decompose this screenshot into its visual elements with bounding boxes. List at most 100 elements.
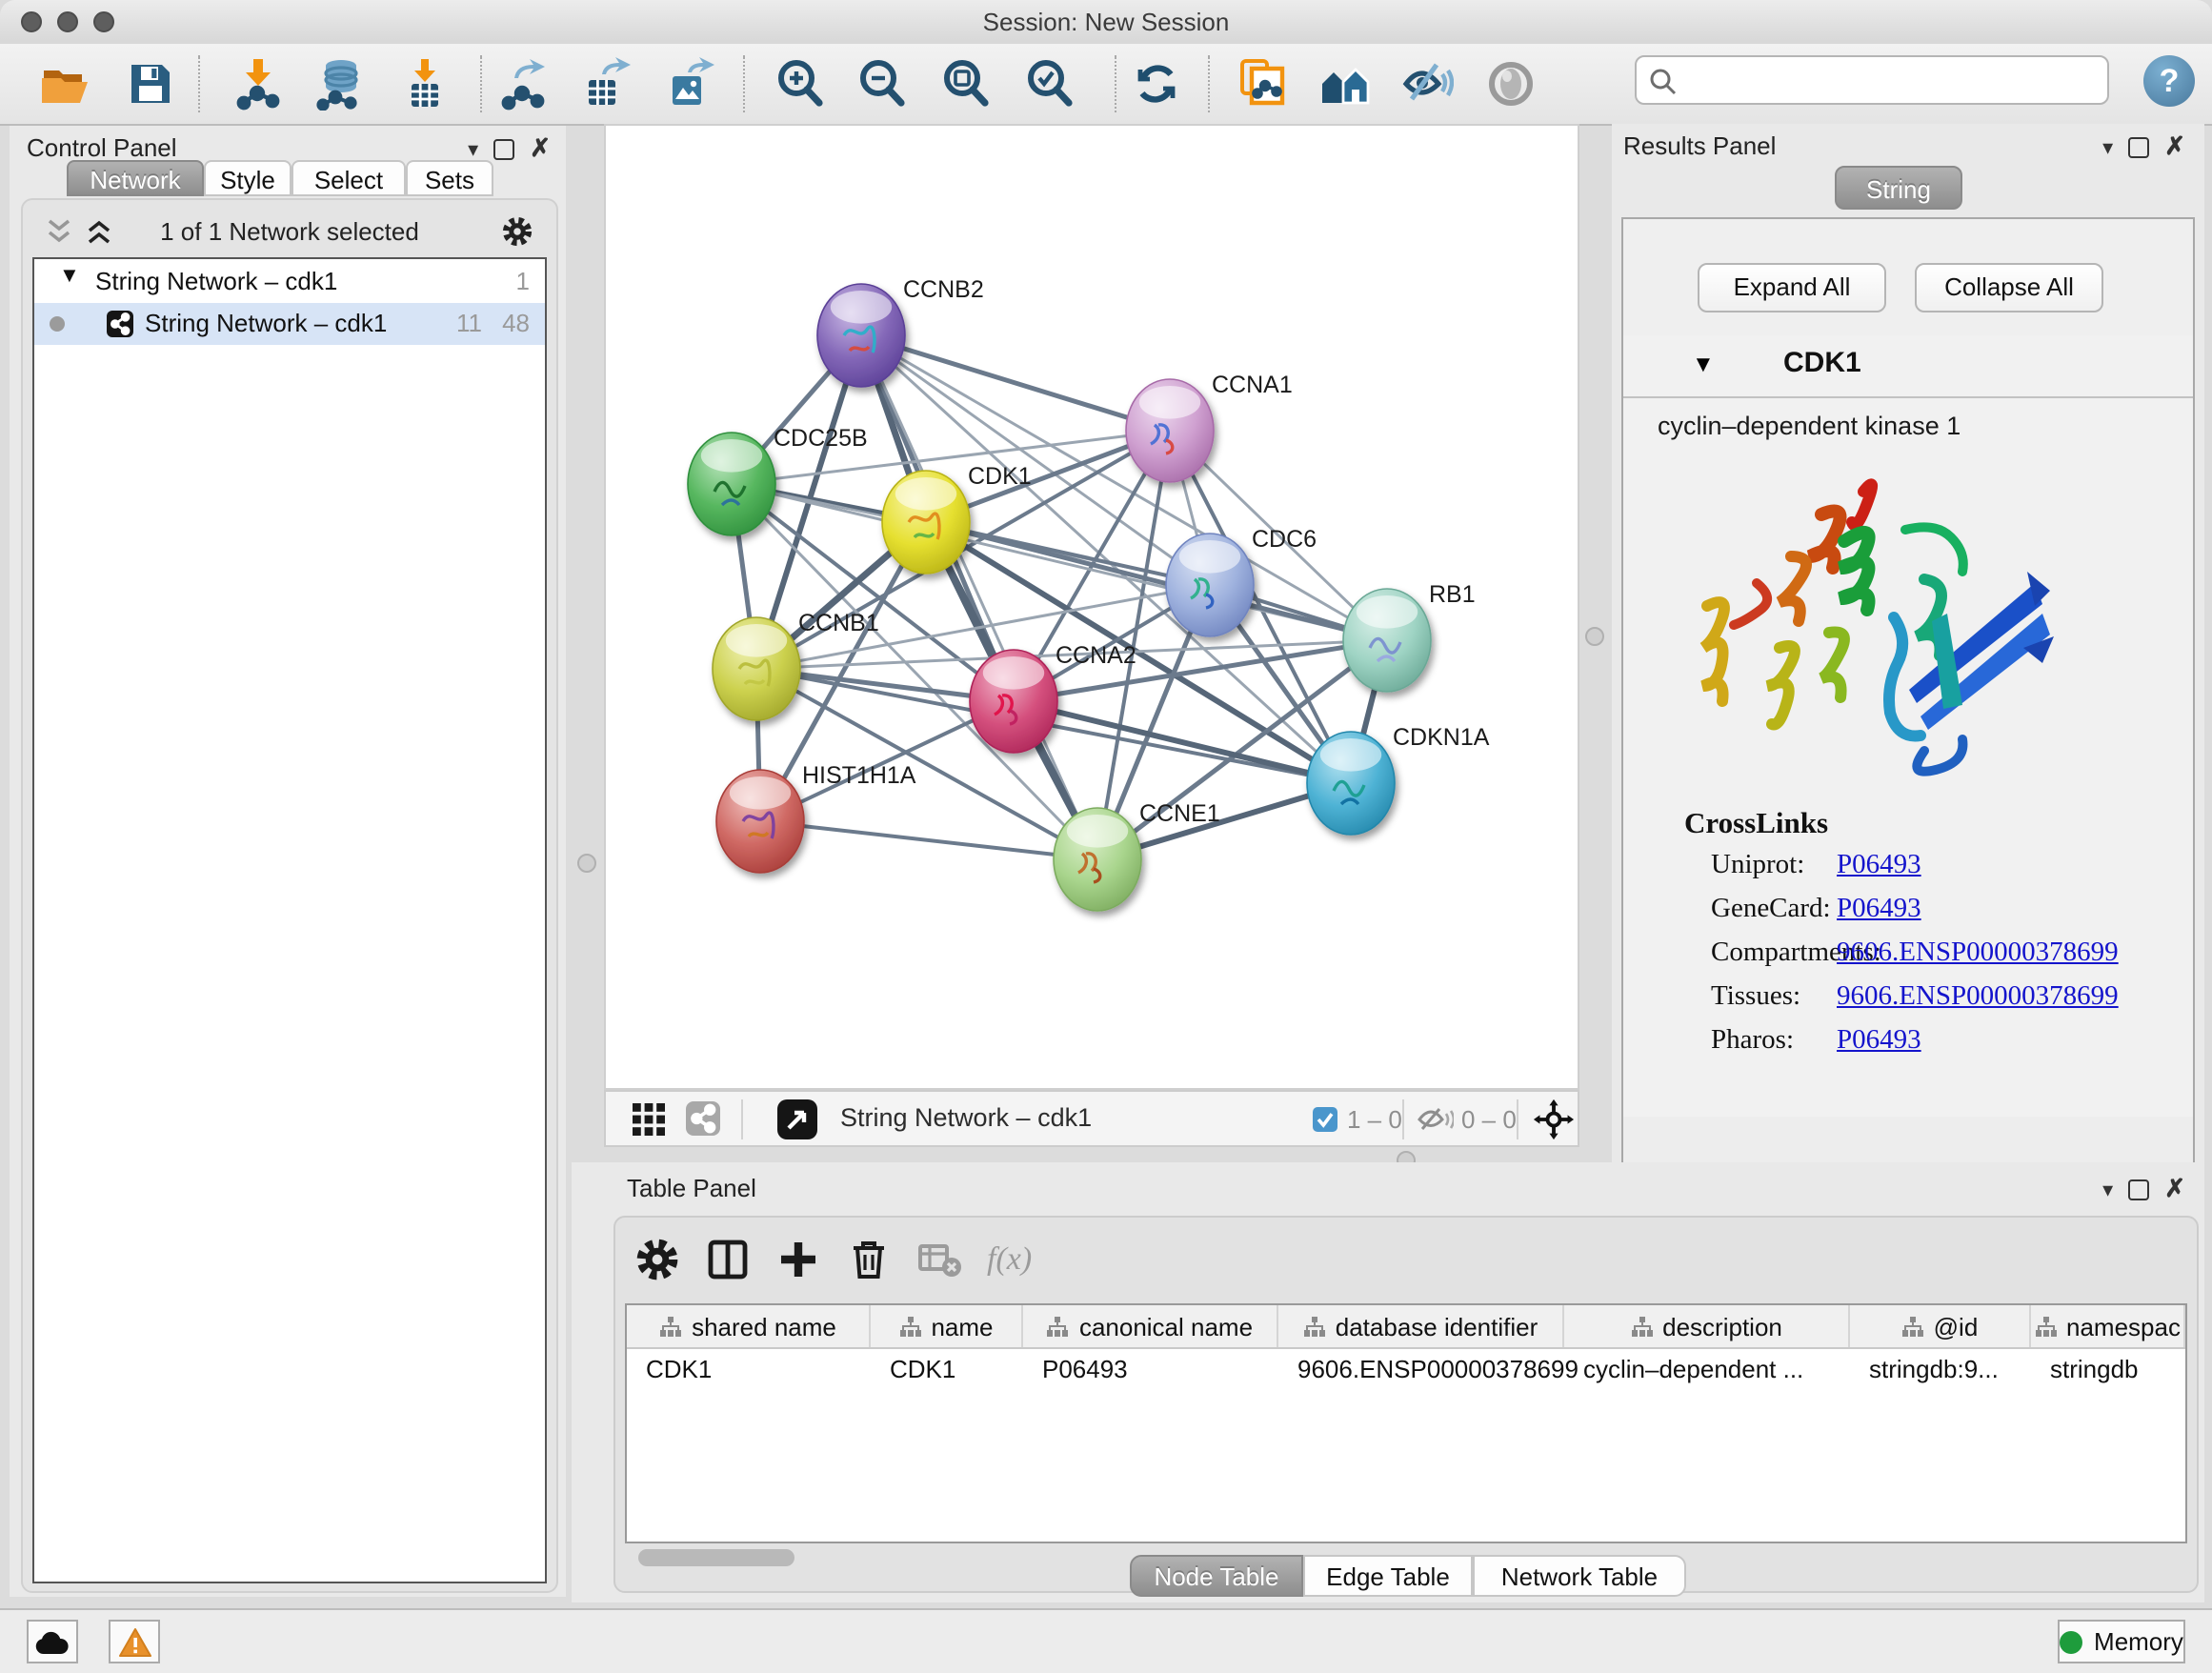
network-node-CCNE1[interactable]: CCNE1 <box>1054 800 1220 911</box>
table-toolbar: f(x) <box>634 1233 1032 1286</box>
table-panel-float-icon[interactable] <box>2128 1179 2149 1199</box>
warnings-button[interactable] <box>109 1620 160 1663</box>
import-network-button[interactable] <box>232 57 286 111</box>
collection-count: 1 <box>516 267 530 295</box>
tab-edge-table[interactable]: Edge Table <box>1303 1555 1473 1597</box>
tab-node-table[interactable]: Node Table <box>1130 1555 1303 1597</box>
tab-network-table[interactable]: Network Table <box>1473 1555 1686 1597</box>
crosslink-label: Uniprot: <box>1711 850 1804 880</box>
hidden-eye-slash-icon[interactable] <box>1418 1107 1454 1132</box>
network-view-icon[interactable] <box>686 1101 720 1136</box>
column-header--id[interactable]: @id <box>1850 1305 2031 1347</box>
table-row[interactable]: CDK1CDK1P064939606.ENSP00000378699cyclin… <box>627 1349 2185 1391</box>
zoom-fit-button[interactable] <box>939 57 993 111</box>
zoom-out-button[interactable] <box>855 57 909 111</box>
network-node-RB1[interactable]: RB1 <box>1343 581 1476 692</box>
application-window: Session: New Session <box>0 0 2212 1671</box>
toolbar-search-box[interactable] <box>1635 55 2109 105</box>
grid-view-icon[interactable] <box>633 1103 667 1138</box>
control-panel-close-icon[interactable]: ✗ <box>530 133 551 164</box>
cloud-status-button[interactable] <box>27 1620 78 1663</box>
open-session-button[interactable] <box>38 57 91 111</box>
column-header-namespac[interactable]: namespac <box>2031 1305 2185 1347</box>
tab-style[interactable]: Style <box>204 160 292 196</box>
table-panel-collapse-icon[interactable]: ▾ <box>2102 1177 2113 1201</box>
results-tab-string[interactable]: String <box>1835 166 1962 210</box>
refresh-layout-button[interactable] <box>1130 57 1183 111</box>
zoom-in-button[interactable] <box>774 57 827 111</box>
add-column-icon[interactable] <box>775 1237 821 1282</box>
gene-section-header[interactable]: ▼ CDK1 <box>1623 335 2193 398</box>
show-columns-icon[interactable] <box>705 1237 751 1282</box>
table-options-gear-icon[interactable] <box>634 1237 680 1282</box>
network-row-selected[interactable]: String Network – cdk1 11 48 <box>34 303 545 345</box>
right-splitter-handle[interactable] <box>1585 627 1604 646</box>
results-panel-close-icon[interactable]: ✗ <box>2164 131 2185 162</box>
column-header-description[interactable]: description <box>1564 1305 1850 1347</box>
crosslink-link[interactable]: 9606.ENSP00000378699 <box>1837 981 2119 1014</box>
results-panel-float-icon[interactable] <box>2128 136 2149 157</box>
control-panel-float-icon[interactable] <box>493 138 514 159</box>
control-panel-collapse-icon[interactable]: ▾ <box>468 136 478 161</box>
function-builder-icon[interactable]: f(x) <box>987 1240 1032 1279</box>
column-header-shared-name[interactable]: shared name <box>627 1305 871 1347</box>
column-header-canonical-name[interactable]: canonical name <box>1023 1305 1278 1347</box>
table-cell[interactable]: P06493 <box>1023 1349 1278 1391</box>
home-networks-button[interactable] <box>1318 57 1372 111</box>
hidden-node-edge-count: 0 – 0 <box>1461 1105 1517 1134</box>
export-network-button[interactable] <box>499 57 553 111</box>
delete-column-trash-icon[interactable] <box>846 1237 892 1282</box>
node-label-CCNE1: CCNE1 <box>1139 800 1220 827</box>
import-database-button[interactable] <box>312 57 366 111</box>
tree-expand-icon[interactable]: ▼ <box>59 265 80 288</box>
node-label-CCNA1: CCNA1 <box>1212 372 1293 398</box>
tab-network[interactable]: Network <box>67 160 204 196</box>
network-canvas[interactable]: CCNB2CCNA1CDC25BCDK1CDC6RB1CCNB1CCNA2CDK… <box>604 124 1579 1090</box>
search-input[interactable] <box>1686 61 2103 103</box>
table-cell[interactable]: 9606.ENSP00000378699 <box>1278 1349 1564 1391</box>
table-cell[interactable]: CDK1 <box>627 1349 871 1391</box>
save-session-button[interactable] <box>124 57 177 111</box>
network-node-CDK1[interactable]: CDK1 <box>882 463 1032 574</box>
clone-network-button[interactable] <box>1237 57 1290 111</box>
crosslink-row: Pharos:P06493 <box>1711 1025 2187 1069</box>
network-label: String Network – cdk1 <box>145 309 387 337</box>
expand-all-button[interactable]: Expand All <box>1698 263 1886 312</box>
tab-select[interactable]: Select <box>292 160 406 196</box>
export-image-button[interactable] <box>663 57 716 111</box>
table-cell[interactable]: CDK1 <box>871 1349 1023 1391</box>
hide-panel-eye-button[interactable] <box>1400 57 1454 111</box>
column-header-name[interactable]: name <box>871 1305 1023 1347</box>
delete-table-icon[interactable] <box>916 1237 962 1282</box>
crosslink-link[interactable]: 9606.ENSP00000378699 <box>1837 937 2119 970</box>
tab-sets[interactable]: Sets <box>406 160 493 196</box>
selected-checkbox-icon[interactable] <box>1313 1107 1337 1132</box>
export-table-button[interactable] <box>579 57 633 111</box>
birdseye-crosshair-icon[interactable] <box>1532 1098 1576 1141</box>
open-in-window-icon[interactable] <box>777 1099 817 1139</box>
network-node-CCNA1[interactable]: CCNA1 <box>1126 372 1293 482</box>
help-button[interactable]: ? <box>2143 55 2195 107</box>
table-panel-close-icon[interactable]: ✗ <box>2164 1174 2185 1204</box>
network-options-gear-icon[interactable] <box>501 215 533 248</box>
memory-button[interactable]: Memory <box>2058 1620 2185 1663</box>
network-node-HIST1H1A[interactable]: HIST1H1A <box>716 762 916 873</box>
column-header-database-identifier[interactable]: database identifier <box>1278 1305 1564 1347</box>
table-cell[interactable]: stringdb:9... <box>1850 1349 2031 1391</box>
left-splitter-handle[interactable] <box>577 854 596 873</box>
show-eye-button[interactable] <box>1484 57 1538 111</box>
crosslink-link[interactable]: P06493 <box>1837 850 1921 882</box>
table-cell[interactable]: stringdb <box>2031 1349 2185 1391</box>
gene-name: CDK1 <box>1783 347 1861 379</box>
results-panel-collapse-icon[interactable]: ▾ <box>2102 134 2113 159</box>
gene-collapse-icon[interactable]: ▼ <box>1692 351 1715 377</box>
import-table-button[interactable] <box>398 57 452 111</box>
collapse-all-button[interactable]: Collapse All <box>1915 263 2103 312</box>
table-cell[interactable]: cyclin–dependent ... <box>1564 1349 1850 1391</box>
network-node-CDC6[interactable]: CDC6 <box>1166 526 1317 636</box>
crosslink-link[interactable]: P06493 <box>1837 1025 1921 1058</box>
network-node-CDKN1A[interactable]: CDKN1A <box>1307 724 1490 835</box>
zoom-selected-button[interactable] <box>1023 57 1076 111</box>
crosslink-link[interactable]: P06493 <box>1837 894 1921 926</box>
network-collection-row[interactable]: ▼ String Network – cdk1 1 <box>34 263 545 303</box>
